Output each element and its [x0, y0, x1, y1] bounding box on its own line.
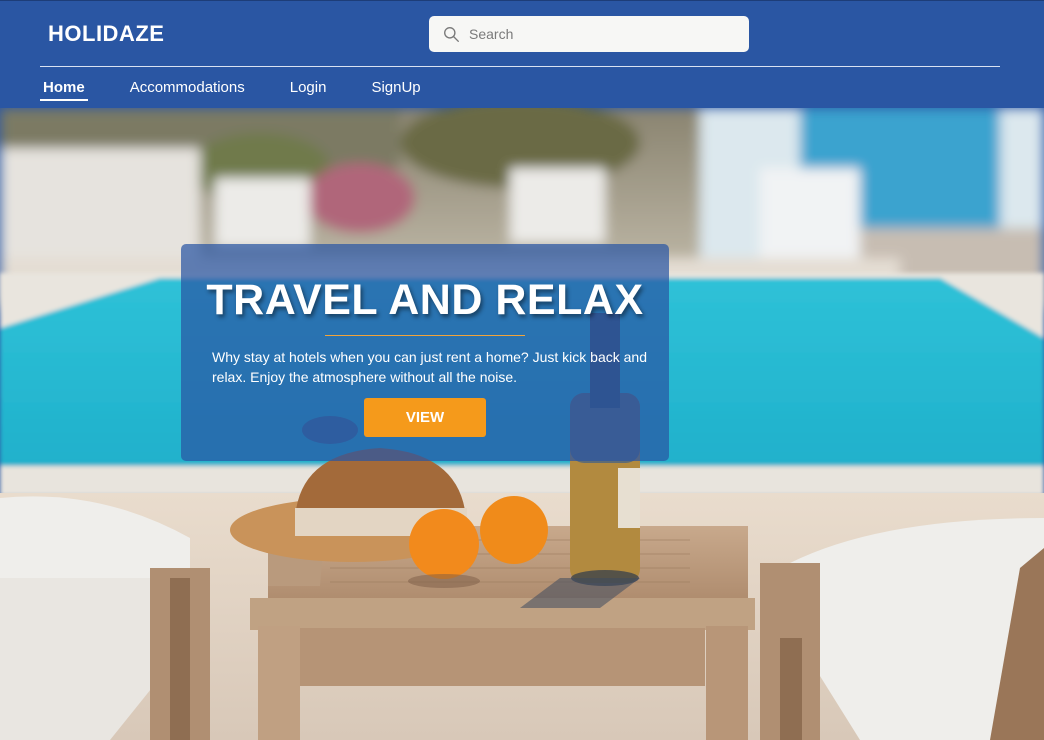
- nav-login[interactable]: Login: [287, 79, 330, 101]
- site-logo[interactable]: HOLIDAZE: [48, 21, 164, 47]
- header-divider: [40, 66, 1000, 67]
- search-bar[interactable]: [429, 16, 749, 52]
- search-input[interactable]: [469, 26, 739, 42]
- main-nav: Home Accommodations Login SignUp: [40, 79, 463, 101]
- site-header: HOLIDAZE Home Accommodations Login SignU…: [0, 0, 1044, 108]
- hero-title-divider: [325, 335, 525, 336]
- nav-accommodations[interactable]: Accommodations: [127, 79, 248, 101]
- hero-title: TRAVEL AND RELAX: [206, 276, 644, 324]
- hero-card: TRAVEL AND RELAX Why stay at hotels when…: [181, 244, 669, 461]
- search-icon: [444, 26, 459, 42]
- hero-description: Why stay at hotels when you can just ren…: [212, 349, 647, 385]
- nav-signup[interactable]: SignUp: [368, 79, 423, 101]
- view-button[interactable]: VIEW: [364, 398, 486, 437]
- hero-section: TRAVEL AND RELAX Why stay at hotels when…: [0, 108, 1044, 740]
- nav-home[interactable]: Home: [40, 79, 88, 101]
